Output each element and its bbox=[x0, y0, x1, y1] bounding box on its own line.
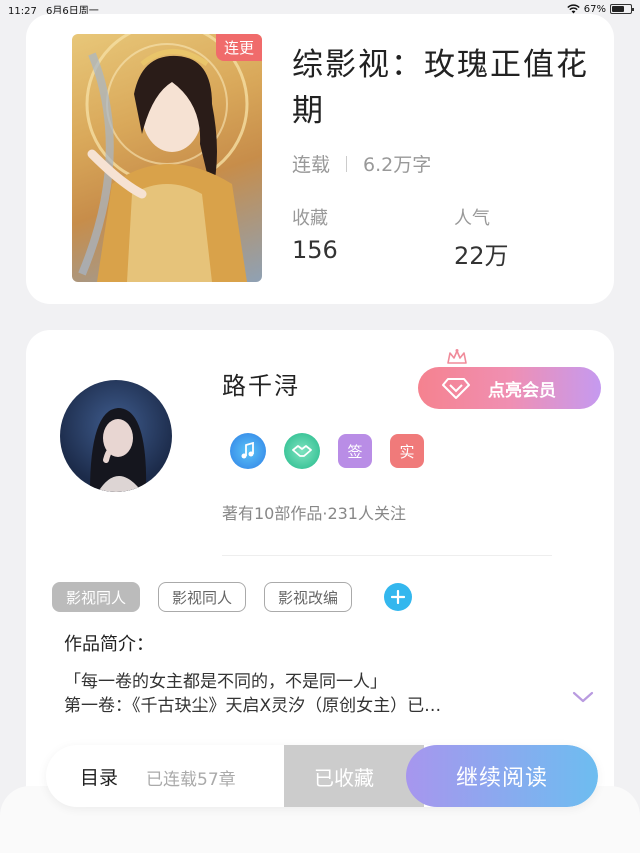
verified-badge[interactable]: 实 bbox=[390, 434, 424, 468]
vip-button-label: 点亮会员 bbox=[488, 380, 556, 401]
collect-stat: 收藏 156 bbox=[292, 204, 338, 264]
status-time: 11:27 bbox=[8, 5, 37, 17]
popularity-stat: 人气 22万 bbox=[454, 204, 509, 271]
book-title: 综影视：玫瑰正值花期 bbox=[292, 47, 589, 129]
cover-illustration bbox=[78, 34, 249, 282]
author-avatar[interactable] bbox=[60, 380, 172, 492]
toc-button[interactable]: 目录 bbox=[80, 763, 118, 790]
book-cover[interactable]: 连更 bbox=[72, 34, 262, 282]
continue-reading-label: 继续阅读 bbox=[455, 766, 548, 791]
tag-item[interactable]: 影视同人 bbox=[52, 582, 141, 612]
section-divider bbox=[222, 555, 552, 556]
tag-list: 影视同人 影视同人 影视改编 bbox=[52, 582, 413, 612]
book-word-count: 6.2万字 bbox=[363, 154, 432, 176]
status-right: 67% bbox=[567, 3, 634, 15]
battery-icon bbox=[610, 4, 634, 14]
continue-reading-button[interactable]: 继续阅读 bbox=[406, 745, 598, 807]
author-badges: 签 实 bbox=[230, 433, 424, 469]
book-meta: 连载 6.2万字 bbox=[292, 150, 431, 177]
author-stats: 著有10部作品·231人关注 bbox=[222, 504, 406, 523]
intro-title: 作品简介： bbox=[64, 634, 154, 655]
collected-button-label: 已收藏 bbox=[314, 765, 374, 790]
serializing-badge: 连更 bbox=[215, 34, 262, 61]
collected-button[interactable]: 已收藏 bbox=[284, 745, 424, 807]
crown-icon bbox=[447, 349, 467, 364]
meta-divider bbox=[346, 155, 348, 172]
plus-icon bbox=[391, 590, 406, 604]
popularity-label: 人气 bbox=[454, 208, 490, 229]
diamond-icon bbox=[442, 378, 470, 399]
intro-line: 「每一卷的女主都是不同的，不是同一人」 bbox=[64, 672, 387, 692]
signed-badge[interactable]: 签 bbox=[338, 434, 372, 468]
avatar-illustration bbox=[90, 408, 147, 492]
vip-button[interactable]: 点亮会员 bbox=[418, 367, 601, 409]
collect-value: 156 bbox=[292, 236, 338, 264]
battery-percent: 67% bbox=[583, 3, 606, 15]
popularity-value: 22万 bbox=[454, 242, 509, 270]
tag-item[interactable]: 影视同人 bbox=[158, 582, 247, 612]
music-note-icon bbox=[241, 442, 254, 459]
intro-text[interactable]: 「每一卷的女主都是不同的，不是同一人」 第一卷：《千古玦尘》天启X灵汐（原创女主… bbox=[64, 670, 564, 718]
intro-line: 第一卷：《千古玦尘》天启X灵汐（原创女主）已… bbox=[64, 696, 442, 716]
handshake-badge-icon[interactable] bbox=[284, 433, 320, 469]
handshake-icon bbox=[292, 445, 312, 457]
music-badge-icon[interactable] bbox=[230, 433, 266, 469]
book-info-card: 连更 综影视：玫瑰正值花期 连载 6.2万字 收藏 156 人气 22万 bbox=[26, 14, 614, 304]
author-name: 路千浔 bbox=[222, 372, 300, 400]
chevron-down-icon[interactable] bbox=[572, 690, 594, 704]
add-tag-button[interactable] bbox=[384, 583, 413, 611]
chapter-count[interactable]: 已连载57章 bbox=[146, 765, 236, 790]
bottom-action-bar: 目录 已连载57章 已收藏 继续阅读 bbox=[46, 745, 598, 807]
battery-fill bbox=[612, 6, 625, 12]
wifi-icon bbox=[567, 4, 580, 14]
book-status: 连载 bbox=[292, 154, 331, 176]
collect-label: 收藏 bbox=[292, 208, 328, 229]
tag-item[interactable]: 影视改编 bbox=[264, 582, 353, 612]
